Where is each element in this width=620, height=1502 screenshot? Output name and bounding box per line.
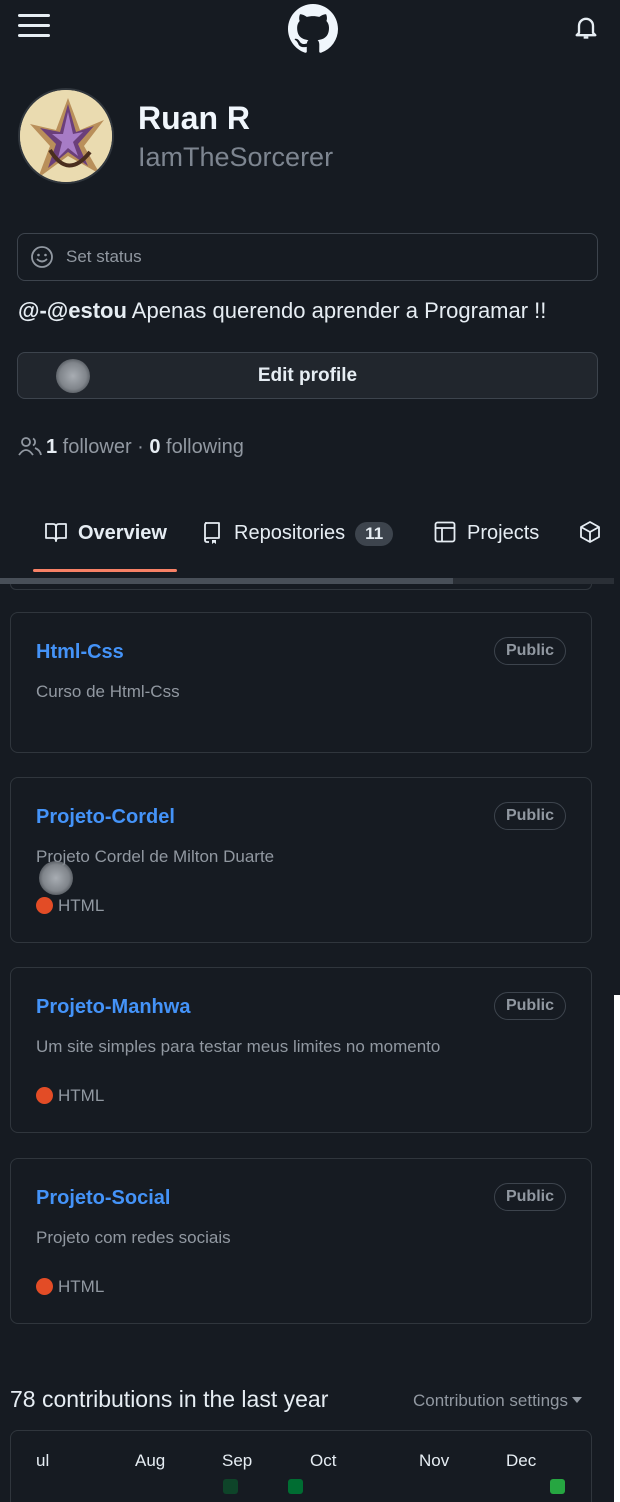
set-status-label: Set status (66, 247, 142, 266)
people-icon (18, 437, 42, 456)
edit-profile-button[interactable]: Edit profile (17, 352, 598, 399)
contribution-settings-button[interactable]: Contribution settings (413, 1391, 582, 1411)
contribution-settings-label: Contribution settings (413, 1391, 568, 1410)
repositories-count-badge: 11 (355, 522, 394, 546)
tab-repositories-label: Repositories (234, 522, 346, 544)
profile-display-name: Ruan R (138, 100, 250, 136)
bio-text: Apenas querendo aprender a Programar !! (126, 298, 547, 323)
repo-icon (204, 522, 220, 544)
profile-username: IamTheSorcerer (138, 142, 334, 172)
contributions-title: 78 contributions in the last year (10, 1386, 329, 1412)
table-icon (434, 521, 456, 543)
repo-description: Projeto com redes sociais (36, 1228, 231, 1247)
tab-packages[interactable] (578, 520, 612, 556)
repo-card: Projeto-Cordel Public Projeto Cordel de … (10, 777, 592, 943)
month-label: Aug (135, 1451, 166, 1470)
touch-indicator (56, 359, 90, 393)
smiley-icon (31, 246, 53, 268)
following-label[interactable]: following (161, 436, 244, 458)
repo-description: Curso de Html-Css (36, 682, 180, 701)
repo-language-label: HTML (58, 1086, 105, 1105)
caret-down-icon (571, 1397, 582, 1403)
month-label: Sep (222, 1451, 253, 1470)
screen-edge (614, 995, 620, 1502)
contribution-graph: ul Aug Sep Oct Nov Dec (10, 1430, 592, 1502)
contribution-day[interactable] (223, 1479, 238, 1494)
repo-visibility-badge: Public (493, 637, 566, 665)
language-color-dot (36, 897, 53, 914)
following-count[interactable]: 0 (149, 436, 160, 458)
repo-name-link[interactable]: Projeto-Cordel (36, 806, 175, 829)
bio-handle: @-@estou (18, 298, 127, 323)
contribution-day[interactable] (550, 1479, 565, 1494)
previous-card-edge (10, 584, 592, 590)
touch-indicator (39, 861, 73, 895)
month-label: Oct (310, 1451, 337, 1470)
month-label: ul (36, 1451, 50, 1470)
repo-language: HTML (36, 896, 104, 916)
followers-label[interactable]: follower · (57, 436, 149, 458)
repo-card: Projeto-Social Public Projeto com redes … (10, 1158, 592, 1324)
month-label: Nov (419, 1451, 450, 1470)
repo-language-label: HTML (58, 896, 105, 915)
month-label: Dec (506, 1451, 537, 1470)
repo-visibility-badge: Public (493, 802, 566, 830)
tab-projects-label: Projects (467, 522, 540, 544)
repo-name-link[interactable]: Projeto-Manhwa (36, 996, 190, 1019)
repo-card: Projeto-Manhwa Public Um site simples pa… (10, 967, 592, 1133)
repo-visibility-badge: Public (493, 992, 566, 1020)
profile-bio: @-@estou Apenas querendo aprender a Prog… (18, 298, 546, 324)
followers-count[interactable]: 1 (46, 436, 57, 458)
repo-card: Html-Css Public Curso de Html-Css (10, 612, 592, 753)
top-bar (0, 0, 620, 56)
repo-visibility-badge: Public (493, 1183, 566, 1211)
hamburger-menu-icon[interactable] (18, 12, 52, 40)
book-icon (45, 523, 67, 542)
language-color-dot (36, 1087, 53, 1104)
profile-tabs: Overview Repositories 11 Projects (0, 510, 620, 574)
avatar[interactable] (18, 88, 114, 184)
tab-overview[interactable]: Overview (44, 520, 167, 556)
github-logo-icon[interactable] (288, 4, 338, 54)
repo-language: HTML (36, 1277, 104, 1297)
set-status-button[interactable]: Set status (17, 233, 598, 281)
language-color-dot (36, 1278, 53, 1295)
contribution-day[interactable] (288, 1479, 303, 1494)
repo-language: HTML (36, 1086, 104, 1106)
repo-language-label: HTML (58, 1277, 105, 1296)
package-icon (580, 521, 600, 543)
active-tab-indicator (33, 569, 177, 572)
repo-name-link[interactable]: Projeto-Social (36, 1187, 170, 1210)
repo-name-link[interactable]: Html-Css (36, 641, 124, 664)
tab-overview-label: Overview (78, 522, 167, 544)
avatar-artwork (20, 90, 112, 182)
notification-bell-icon[interactable] (572, 12, 600, 42)
tab-repositories[interactable]: Repositories 11 (200, 520, 394, 556)
follow-stats: 1 follower · 0 following (18, 436, 244, 459)
repo-description: Um site simples para testar meus limites… (36, 1037, 441, 1056)
repo-description: Projeto Cordel de Milton Duarte (36, 847, 275, 866)
edit-profile-label: Edit profile (257, 365, 358, 386)
tab-projects[interactable]: Projects (433, 520, 539, 556)
